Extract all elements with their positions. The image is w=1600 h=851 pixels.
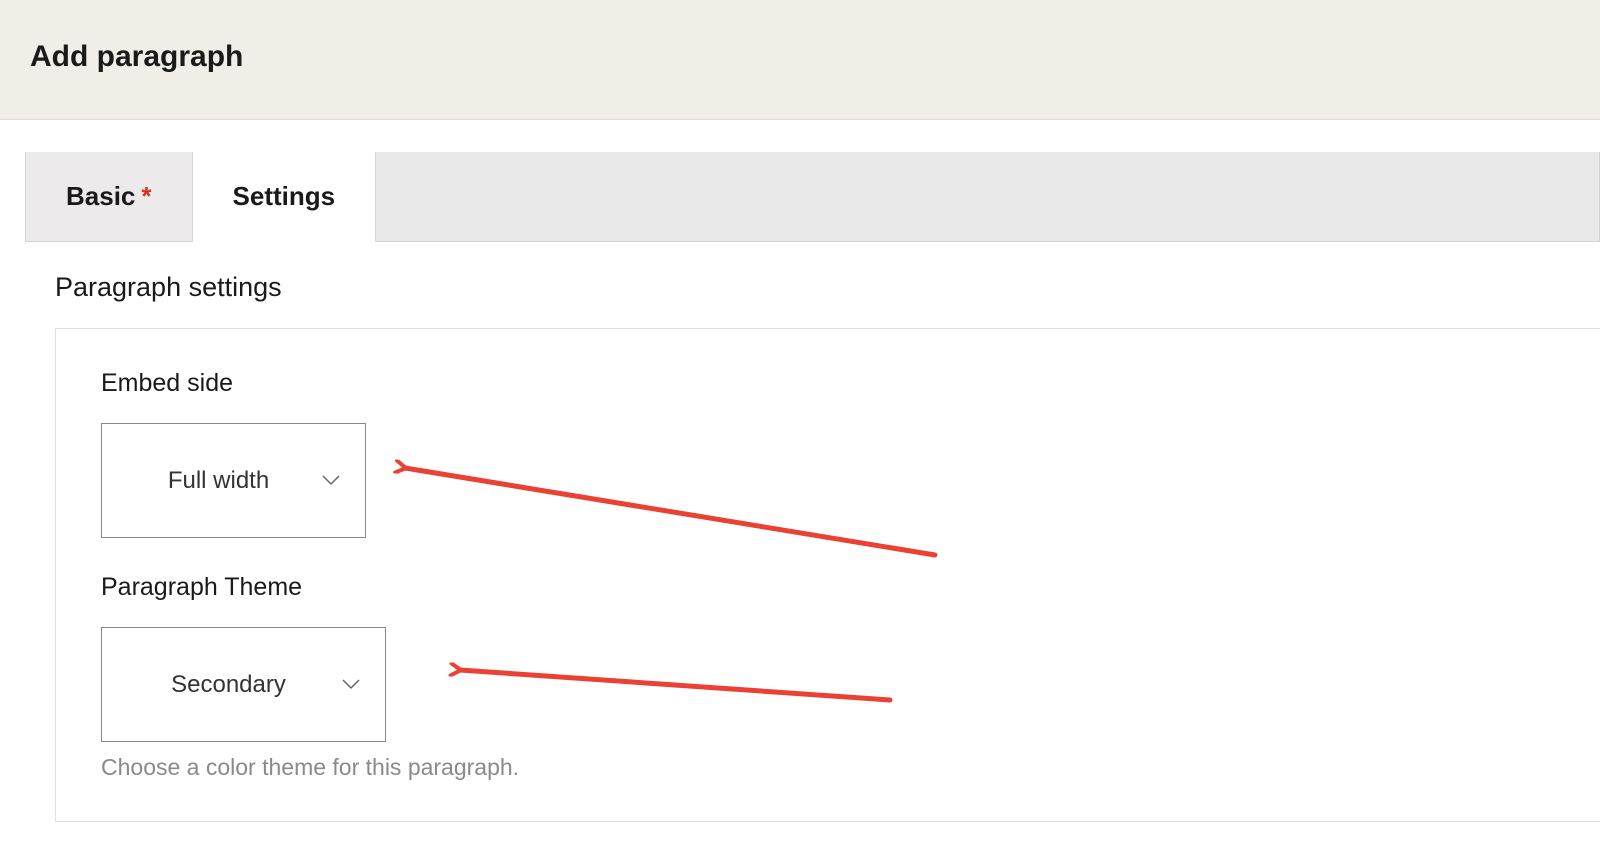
tab-settings-label: Settings xyxy=(233,181,336,212)
tab-basic[interactable]: Basic * xyxy=(26,152,193,241)
tab-settings[interactable]: Settings xyxy=(193,152,377,242)
tabs-bar: Basic * Settings xyxy=(25,152,1600,242)
required-asterisk-icon: * xyxy=(141,181,151,212)
page-header: Add paragraph xyxy=(0,0,1600,120)
page-title: Add paragraph xyxy=(30,40,1570,74)
content-wrap: Basic * Settings Paragraph settings Embe… xyxy=(0,152,1600,822)
settings-fieldset: Embed side Full width Paragraph Theme Se… xyxy=(55,328,1600,822)
paragraph-theme-select[interactable]: Secondary xyxy=(101,627,386,742)
field-paragraph-theme: Paragraph Theme Secondary Choose a color… xyxy=(101,573,1600,781)
chevron-down-icon xyxy=(342,679,360,691)
tab-body: Paragraph settings Embed side Full width… xyxy=(25,242,1600,822)
chevron-down-icon xyxy=(322,475,340,487)
embed-side-select[interactable]: Full width xyxy=(101,423,366,538)
paragraph-theme-label: Paragraph Theme xyxy=(101,573,1600,602)
tab-basic-label: Basic xyxy=(66,181,135,212)
field-embed-side: Embed side Full width xyxy=(101,369,1600,538)
embed-side-label: Embed side xyxy=(101,369,1600,398)
paragraph-theme-help: Choose a color theme for this paragraph. xyxy=(101,754,1600,781)
section-title: Paragraph settings xyxy=(55,272,1600,303)
embed-side-value: Full width xyxy=(168,467,269,495)
tabs-spacer xyxy=(376,152,1599,241)
paragraph-theme-value: Secondary xyxy=(171,671,286,699)
